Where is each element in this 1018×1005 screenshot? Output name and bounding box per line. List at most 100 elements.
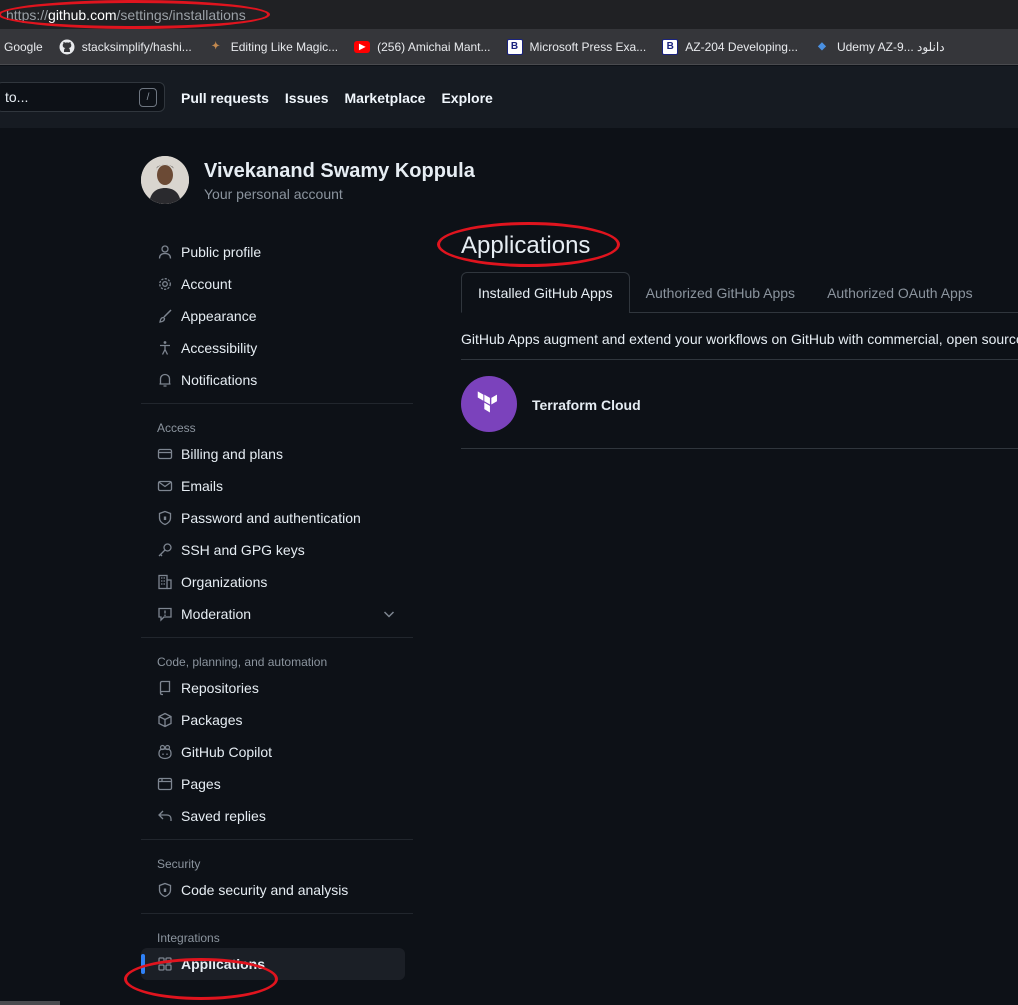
bookmark-label: stacksimplify/hashi... — [81, 39, 192, 54]
shield-lock-icon — [157, 510, 173, 526]
sidebar-item-packages[interactable]: Packages — [141, 704, 413, 736]
sidebar-item-label: Repositories — [181, 680, 259, 696]
paintbrush-icon — [157, 308, 173, 324]
sidebar-item-label: Packages — [181, 712, 243, 728]
sidebar-item-account[interactable]: Account — [141, 268, 413, 300]
b-icon: B — [506, 38, 523, 55]
sidebar-item-saved-replies[interactable]: Saved replies — [141, 800, 413, 832]
sidebar-item-code-security[interactable]: Code security and analysis — [141, 874, 413, 906]
nav-issues[interactable]: Issues — [285, 90, 329, 106]
sidebar-item-organizations[interactable]: Organizations — [141, 566, 413, 598]
address-bar[interactable]: https://github.com/settings/installation… — [0, 0, 1018, 29]
sidebar-item-copilot[interactable]: GitHub Copilot — [141, 736, 413, 768]
person-icon — [157, 244, 173, 260]
sidebar-item-label: Pages — [181, 776, 221, 792]
shield-lock-icon — [157, 882, 173, 898]
accessibility-icon — [157, 340, 173, 356]
nav-marketplace[interactable]: Marketplace — [345, 90, 426, 106]
sidebar-item-billing[interactable]: Billing and plans — [141, 438, 413, 470]
bookmark-editing[interactable]: ✦ Editing Like Magic... — [208, 39, 339, 55]
page-title: Applications — [461, 232, 591, 259]
organization-icon — [157, 574, 173, 590]
list-divider — [461, 359, 1018, 360]
browser-icon — [157, 776, 173, 792]
sidebar-item-ssh-gpg[interactable]: SSH and GPG keys — [141, 534, 413, 566]
scrollbar[interactable] — [0, 1001, 60, 1005]
sidebar-item-accessibility[interactable]: Accessibility — [141, 332, 413, 364]
sidebar-item-label: SSH and GPG keys — [181, 542, 305, 558]
chevron-down-icon[interactable] — [381, 606, 397, 622]
section-heading-integrations: Integrations — [157, 931, 220, 945]
sidebar-item-label: Notifications — [181, 372, 258, 388]
url-path: /settings/installations — [116, 6, 246, 23]
bookmarks-bar: Google stacksimplify/hashi... ✦ Editing … — [0, 29, 1018, 65]
tab-bar: Installed GitHub Apps Authorized GitHub … — [461, 272, 1018, 313]
repo-icon — [157, 680, 173, 696]
avatar[interactable] — [141, 156, 189, 204]
sidebar-item-label: Organizations — [181, 574, 268, 590]
bell-icon — [157, 372, 173, 388]
gear-icon — [157, 276, 173, 292]
sidebar-item-emails[interactable]: Emails — [141, 470, 413, 502]
bookmark-google[interactable]: Google — [4, 40, 43, 54]
reply-icon — [157, 808, 173, 824]
search-input[interactable]: to... / — [0, 82, 165, 112]
bookmark-label: AZ-204 Developing... — [685, 39, 798, 54]
sidebar-item-appearance[interactable]: Appearance — [141, 300, 413, 332]
sidebar-divider — [141, 913, 413, 914]
apps-description: GitHub Apps augment and extend your work… — [461, 331, 1018, 347]
url-host: github.com — [48, 6, 117, 23]
terraform-icon[interactable] — [461, 376, 517, 432]
bookmark-label: Editing Like Magic... — [230, 39, 339, 54]
nav-pull-requests[interactable]: Pull requests — [181, 90, 269, 106]
sidebar-item-repositories[interactable]: Repositories — [141, 672, 413, 704]
search-text: to... — [5, 89, 29, 105]
sidebar-item-label: Applications — [181, 956, 266, 972]
sidebar-divider — [141, 637, 413, 638]
section-heading-security: Security — [157, 857, 201, 871]
sidebar-item-label: Password and authentication — [181, 510, 361, 526]
sidebar-item-public-profile[interactable]: Public profile — [141, 236, 413, 268]
tab-authorized-oauth-apps[interactable]: Authorized OAuth Apps — [811, 272, 989, 313]
sidebar-item-label: Public profile — [181, 244, 262, 260]
section-heading-access: Access — [157, 421, 196, 435]
key-icon — [157, 542, 173, 558]
sidebar-item-label: Appearance — [181, 308, 257, 324]
bookmark-stacksimplify[interactable]: stacksimplify/hashi... — [59, 39, 192, 55]
settings-sidebar: Public profile Account Appearance Access… — [141, 236, 413, 980]
bookmark-label: Microsoft Press Exa... — [529, 39, 647, 54]
tab-authorized-github-apps[interactable]: Authorized GitHub Apps — [630, 272, 811, 313]
sidebar-item-notifications[interactable]: Notifications — [141, 364, 413, 396]
mail-icon — [157, 478, 173, 494]
bookmark-youtube[interactable]: ▶ (256) Amichai Mant... — [354, 39, 491, 54]
sidebar-item-moderation[interactable]: Moderation — [141, 598, 413, 630]
list-divider — [461, 448, 1018, 449]
sidebar-item-password[interactable]: Password and authentication — [141, 502, 413, 534]
sidebar-item-label: Billing and plans — [181, 446, 283, 462]
nav-explore[interactable]: Explore — [441, 90, 492, 106]
bookmark-udemy[interactable]: ◆ Udemy AZ-9... دانلود — [814, 39, 945, 55]
sidebar-item-label: GitHub Copilot — [181, 744, 273, 760]
sidebar-divider — [141, 403, 413, 404]
sidebar-item-applications[interactable]: Applications — [141, 948, 405, 980]
credit-card-icon — [157, 446, 173, 462]
bookmark-label: Udemy AZ-9... دانلود — [836, 39, 945, 54]
profile-subtitle: Your personal account — [204, 186, 343, 202]
bookmark-label: (256) Amichai Mant... — [377, 39, 491, 54]
app-name[interactable]: Terraform Cloud — [532, 397, 641, 413]
youtube-icon: ▶ — [354, 40, 371, 53]
bookmark-label: Google — [4, 39, 43, 54]
github-header: to... / Pull requests Issues Marketplace… — [0, 66, 1018, 128]
sidebar-item-pages[interactable]: Pages — [141, 768, 413, 800]
copilot-icon — [157, 744, 173, 760]
sidebar-item-label: Code security and analysis — [181, 882, 349, 898]
profile-name[interactable]: Vivekanand Swamy Koppula — [204, 160, 475, 183]
bookmark-microsoft-press[interactable]: B Microsoft Press Exa... — [506, 38, 647, 55]
tab-installed-github-apps[interactable]: Installed GitHub Apps — [461, 272, 630, 313]
top-nav: Pull requests Issues Marketplace Explore — [181, 90, 509, 106]
sidebar-item-label: Account — [181, 276, 232, 292]
section-heading-code: Code, planning, and automation — [157, 655, 328, 669]
apps-icon — [157, 956, 173, 972]
bookmark-az204[interactable]: B AZ-204 Developing... — [662, 38, 798, 55]
b-icon: B — [662, 38, 679, 55]
